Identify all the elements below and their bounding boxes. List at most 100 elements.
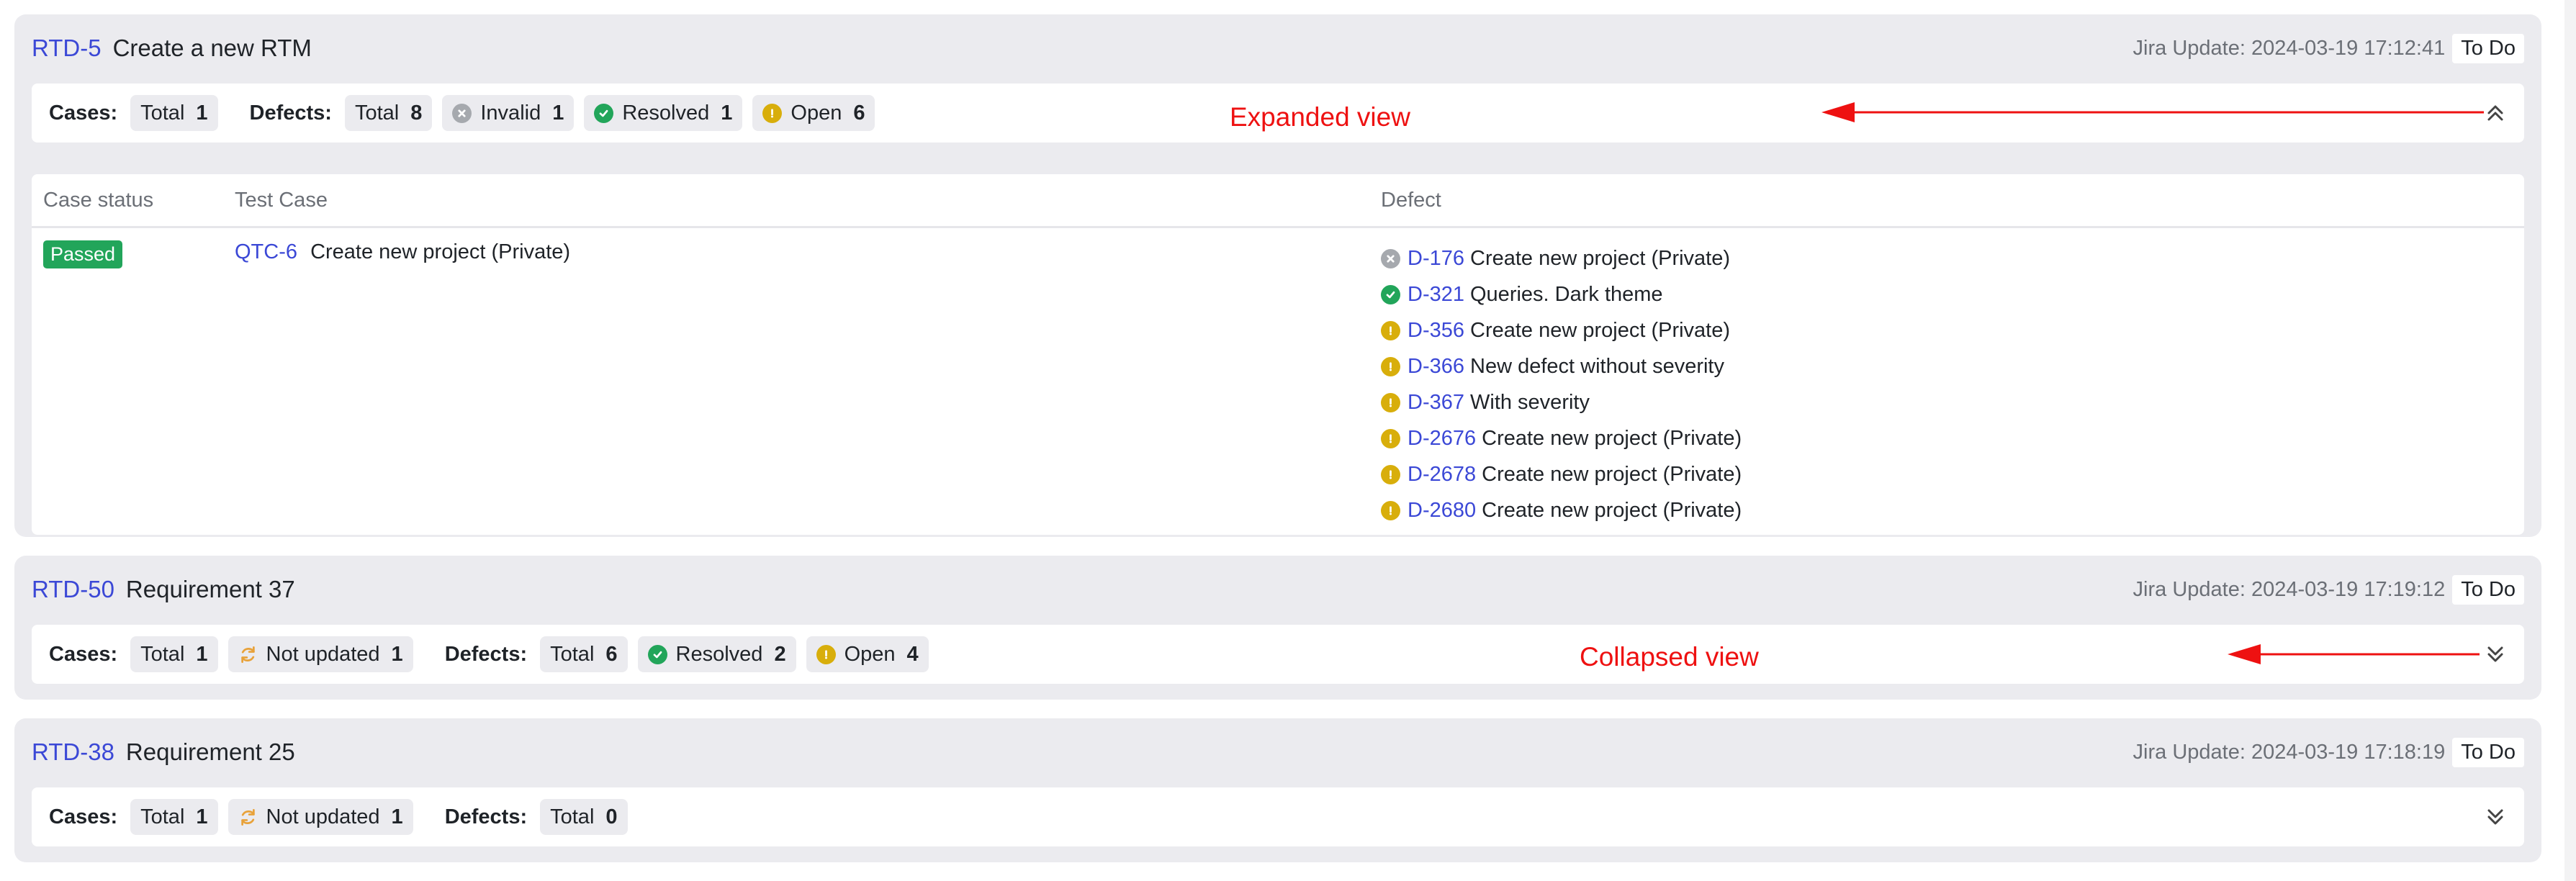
exclamation-circle-icon (1381, 392, 1400, 412)
exclamation-circle-icon (762, 103, 783, 123)
pill-count: 4 (906, 642, 919, 666)
defects-open-pill: Open 4 (806, 636, 929, 672)
pill-label: Open (791, 101, 842, 125)
defects-label: Defects: (249, 101, 332, 125)
pill-label: Not updated (266, 805, 380, 828)
scrollbar[interactable] (2564, 0, 2576, 881)
status-badge: To Do (2452, 737, 2524, 767)
table-header: Case status Test Case Defect (32, 174, 2524, 228)
defect-key-link[interactable]: D-367 (1408, 391, 1464, 415)
defect-row: D-367 With severity (1381, 384, 1742, 420)
defect-key-link[interactable]: D-2676 (1408, 427, 1476, 451)
pill-label: Resolved (675, 642, 763, 666)
defect-list: D-176 Create new project (Private) D-321… (1381, 240, 1742, 528)
cases-not-updated-pill: Not updated 1 (228, 636, 413, 672)
defects-label: Defects: (444, 805, 528, 828)
requirement-header: RTD-5 Create a new RTM Jira Update: 2024… (32, 14, 2524, 82)
cases-not-updated-pill: Not updated 1 (228, 799, 413, 835)
pill-count: 1 (196, 642, 208, 666)
pill-count: 1 (196, 805, 208, 828)
pill-count: 2 (774, 642, 786, 666)
requirement-key-link[interactable]: RTD-50 (32, 576, 114, 603)
jira-update-timestamp: Jira Update: 2024-03-19 17:19:12 (2133, 577, 2446, 601)
defect-title: Create new project (Private) (1482, 462, 1742, 486)
requirement-key-link[interactable]: RTD-38 (32, 738, 114, 766)
pill-count: 8 (410, 101, 423, 125)
defects-open-pill: Open 6 (752, 95, 875, 131)
annotation-expanded-view: Expanded view (1230, 102, 1410, 132)
requirement-card: RTD-50 Requirement 37 Jira Update: 2024-… (14, 556, 2541, 700)
defect-row: D-176 Create new project (Private) (1381, 240, 1742, 276)
requirement-title: Requirement 25 (125, 738, 295, 765)
exclamation-circle-icon (816, 644, 836, 664)
requirement-card: RTD-5 Create a new RTM Jira Update: 2024… (14, 14, 2541, 537)
defects-total-pill: Total 8 (344, 95, 433, 131)
defects-invalid-pill: Invalid 1 (442, 95, 575, 131)
cases-total-pill: Total 1 (130, 636, 218, 672)
status-badge: To Do (2452, 33, 2524, 63)
defect-row: D-356 Create new project (Private) (1381, 312, 1742, 348)
expanded-table: Case status Test Case Defect Passed QTC-… (32, 174, 2524, 535)
check-circle-icon (1381, 284, 1400, 304)
defect-row: D-321 Queries. Dark theme (1381, 276, 1742, 312)
defect-title: With severity (1470, 390, 1590, 414)
defect-title: New defect without severity (1470, 354, 1724, 378)
defect-title: Create new project (Private) (1482, 426, 1742, 450)
pill-count: 6 (853, 101, 865, 125)
exclamation-circle-icon (1381, 500, 1400, 520)
annotation-arrow-expanded (1821, 102, 2484, 122)
test-case-cell: QTC-6 Create new project (Private) (235, 240, 570, 264)
column-header-test-case: Test Case (235, 189, 328, 212)
defect-key-link[interactable]: D-321 (1408, 283, 1464, 307)
pill-label: Total (550, 642, 595, 666)
chevron-double-down-icon[interactable] (2482, 804, 2508, 830)
requirement-header: RTD-50 Requirement 37 Jira Update: 2024-… (32, 556, 2524, 623)
pill-count: 1 (391, 642, 403, 666)
cases-label: Cases: (49, 805, 118, 828)
pill-count: 1 (196, 101, 208, 125)
cases-label: Cases: (49, 101, 118, 125)
test-case-title: Create new project (Private) (310, 240, 571, 263)
pill-label: Open (844, 642, 896, 666)
annotation-collapsed-view: Collapsed view (1580, 642, 1759, 672)
cases-total-pill: Total 1 (130, 95, 218, 131)
column-header-case-status: Case status (43, 189, 154, 212)
x-circle-icon (1381, 248, 1400, 268)
defect-key-link[interactable]: D-366 (1408, 355, 1464, 379)
exclamation-circle-icon (1381, 428, 1400, 448)
pill-label: Total (140, 805, 185, 828)
case-status-badge: Passed (43, 240, 123, 268)
summary-bar[interactable]: Cases: Total 1 Not updated 1 Defects: To… (32, 787, 2524, 846)
requirement-title: Create a new RTM (112, 35, 312, 61)
jira-update-timestamp: Jira Update: 2024-03-19 17:12:41 (2133, 36, 2446, 60)
status-badge: To Do (2452, 574, 2524, 605)
pill-label: Total (140, 101, 185, 125)
defects-resolved-pill: Resolved 2 (637, 636, 796, 672)
defect-title: Create new project (Private) (1470, 246, 1731, 270)
jira-update-timestamp: Jira Update: 2024-03-19 17:18:19 (2133, 740, 2446, 764)
requirement-key-link[interactable]: RTD-5 (32, 35, 102, 62)
defect-title: Create new project (Private) (1470, 318, 1731, 342)
check-circle-icon (594, 103, 614, 123)
pill-count: 0 (605, 805, 618, 828)
pill-label: Invalid (480, 101, 541, 125)
annotation-arrow-collapsed (2228, 644, 2480, 664)
defects-total-pill: Total 6 (540, 636, 628, 672)
defects-resolved-pill: Resolved 1 (584, 95, 743, 131)
pill-label: Total (140, 642, 185, 666)
summary-bar[interactable]: Cases: Total 1 Not updated 1 Defects: To… (32, 625, 2524, 684)
exclamation-circle-icon (1381, 320, 1400, 340)
requirement-header: RTD-38 Requirement 25 Jira Update: 2024-… (32, 718, 2524, 786)
exclamation-circle-icon (1381, 464, 1400, 484)
pill-count: 1 (552, 101, 564, 125)
defect-key-link[interactable]: D-176 (1408, 247, 1464, 271)
test-case-key-link[interactable]: QTC-6 (235, 240, 297, 263)
defect-row: D-2678 Create new project (Private) (1381, 456, 1742, 492)
pill-label: Total (550, 805, 595, 828)
defect-key-link[interactable]: D-2678 (1408, 463, 1476, 487)
check-circle-icon (647, 644, 667, 664)
defect-key-link[interactable]: D-2680 (1408, 499, 1476, 523)
defect-key-link[interactable]: D-356 (1408, 319, 1464, 343)
pill-label: Total (354, 101, 400, 125)
refresh-icon (238, 808, 258, 827)
